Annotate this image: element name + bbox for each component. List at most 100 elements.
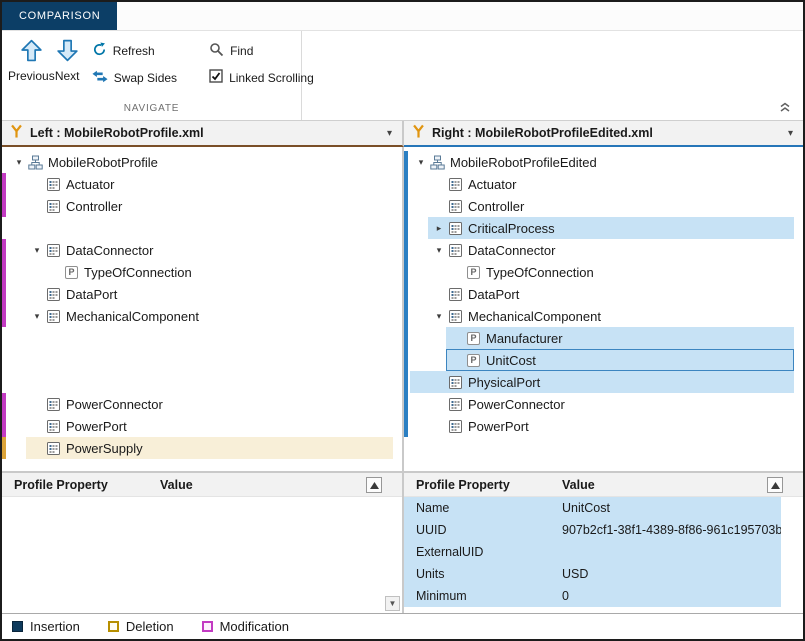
tree-item-typeofconnection[interactable]: PTypeOfConnection [404, 261, 803, 283]
swap-sides-button[interactable]: Swap Sides [88, 65, 181, 90]
left-property-table: Profile Property Value ▼ [2, 473, 404, 613]
tree-item-mobilerobotprofile[interactable]: ▾MobileRobotProfile [2, 151, 402, 173]
tree-item-unitcost[interactable]: PUnitCost [404, 349, 803, 371]
right-file-selector[interactable]: Right : MobileRobotProfileEdited.xml ▾ [404, 121, 803, 147]
collapse-node-icon[interactable]: ▾ [30, 245, 44, 256]
tree-item-content: PowerPort [404, 415, 803, 437]
chevron-down-icon: ▾ [387, 128, 392, 139]
tree-item-mechanicalcomponent[interactable]: ▾MechanicalComponent [2, 305, 402, 327]
refresh-icon [92, 42, 107, 60]
left-file-selector[interactable]: Left : MobileRobotProfile.xml ▾ [2, 121, 404, 147]
tree-item-content: PTypeOfConnection [2, 261, 402, 283]
collapse-ribbon-button[interactable] [776, 102, 794, 115]
legend-label: Insertion [30, 619, 80, 634]
tree-item-dataport[interactable]: DataPort [2, 283, 402, 305]
collapse-left-property-pane-button[interactable] [366, 477, 382, 493]
property-panes: Profile Property Value ▼ Profile Propert… [2, 471, 803, 613]
right-file-name: Right : MobileRobotProfileEdited.xml [432, 126, 781, 140]
collapse-node-icon[interactable]: ▾ [12, 157, 26, 168]
property-value: 0 [562, 589, 781, 603]
tree-item-powerport[interactable]: PowerPort [2, 415, 402, 437]
tree-item-criticalprocess[interactable]: ▸ CriticalProcess [404, 217, 803, 239]
tree-item-label: DataPort [463, 287, 519, 302]
previous-button[interactable]: Previous [8, 38, 55, 83]
tab-comparison-label: COMPARISON [19, 10, 100, 22]
pane-headers: Left : MobileRobotProfile.xml ▾ Right : … [2, 121, 803, 147]
swap-arrows-icon [92, 70, 108, 86]
navigate-section-content: Previous Next Refresh [2, 31, 301, 103]
tree-item-physicalport[interactable]: PhysicalPort [404, 371, 803, 393]
collapse-node-icon[interactable]: ▾ [432, 245, 446, 256]
property-row-name[interactable]: NameUnitCost [404, 497, 781, 519]
tree-item-dataport[interactable]: DataPort [404, 283, 803, 305]
tree-item-content: Actuator [404, 173, 803, 195]
tree-item-typeofconnection[interactable]: PTypeOfConnection [2, 261, 402, 283]
tree-item-content: PowerConnector [2, 393, 402, 415]
tree-item-content: Actuator [2, 173, 402, 195]
tree-item-mobilerobotprofileedited[interactable]: ▾MobileRobotProfileEdited [404, 151, 803, 173]
comparison-tool-window: COMPARISON Previous Next [0, 0, 805, 641]
tree-item-actuator[interactable]: Actuator [2, 173, 402, 195]
tree-item-powerconnector[interactable]: PowerConnector [404, 393, 803, 415]
edge-spacer [2, 327, 6, 349]
linked-scrolling-checkbox[interactable]: Linked Scrolling [205, 65, 318, 90]
left-property-table-header: Profile Property Value [2, 473, 402, 497]
tree-item-content: ▾MobileRobotProfile [2, 151, 402, 173]
tree-item-label: Controller [463, 199, 524, 214]
stereotype-icon [448, 397, 463, 412]
refresh-button[interactable]: Refresh [88, 38, 181, 63]
stereotype-icon [448, 309, 463, 324]
tree-item-dataconnector[interactable]: ▾DataConnector [404, 239, 803, 261]
tree-item-label: PowerSupply [61, 441, 143, 456]
chevrons-up-icon [779, 100, 791, 118]
stereotype-icon [448, 375, 463, 390]
triangle-up-icon [370, 476, 379, 494]
property-row-minimum[interactable]: Minimum0 [404, 585, 781, 607]
tree-item-content: PUnitCost [404, 349, 803, 371]
checkbox-checked-icon [209, 69, 223, 86]
tree-item-label: MechanicalComponent [463, 309, 601, 324]
stereotype-icon [448, 287, 463, 302]
tree-item-label: CriticalProcess [463, 221, 555, 236]
insertion-swatch-icon [12, 621, 23, 632]
legend-label: Deletion [126, 619, 174, 634]
tree-item-label: Manufacturer [481, 331, 563, 346]
scroll-down-button[interactable]: ▼ [385, 596, 400, 611]
edge-spacer [2, 349, 6, 371]
tree-item-label: DataConnector [61, 243, 153, 258]
property-value: UnitCost [562, 501, 781, 515]
next-button[interactable]: Next [55, 38, 80, 83]
tree-item-label: Actuator [463, 177, 516, 192]
collapse-node-icon[interactable]: ▾ [30, 311, 44, 322]
collapse-node-icon[interactable]: ▾ [432, 311, 446, 322]
collapse-right-property-pane-button[interactable] [767, 477, 783, 493]
tree-item-powerconnector[interactable]: PowerConnector [2, 393, 402, 415]
tree-item-mechanicalcomponent[interactable]: ▾ MechanicalComponent [404, 305, 803, 327]
tree-item-controller[interactable]: Controller [2, 195, 402, 217]
property-row-externaluid[interactable]: ExternalUID [404, 541, 781, 563]
tree-item-controller[interactable]: Controller [404, 195, 803, 217]
tree-item-label: PowerPort [61, 419, 127, 434]
stereotype-icon [46, 419, 61, 434]
property-row-units[interactable]: UnitsUSD [404, 563, 781, 585]
property-row-uuid[interactable]: UUID907b2cf1-38f1-4389-8f86-961c195703b7 [404, 519, 781, 541]
stereotype-icon [448, 419, 463, 434]
stereotype-icon [46, 441, 61, 456]
modification-swatch-icon [202, 621, 213, 632]
tree-item-powerport[interactable]: PowerPort [404, 415, 803, 437]
collapse-node-icon[interactable]: ▾ [414, 157, 428, 168]
tree-item-dataconnector[interactable]: ▾ DataConnector [2, 239, 402, 261]
expand-node-icon[interactable]: ▸ [432, 223, 446, 234]
property-column-header: Profile Property [404, 478, 562, 492]
comparison-trees: ▾MobileRobotProfileActuatorController▾Da… [2, 147, 803, 471]
tree-item-label: PhysicalPort [463, 375, 540, 390]
find-button[interactable]: Find [205, 38, 318, 63]
tree-item-powersupply[interactable]: PowerSupply [2, 437, 402, 459]
compare-branch-icon [10, 124, 23, 142]
tree-item-actuator[interactable]: Actuator [404, 173, 803, 195]
tree-item-manufacturer[interactable]: PManufacturer [404, 327, 803, 349]
tree-item-content: ▸ CriticalProcess [404, 217, 803, 239]
tab-comparison[interactable]: COMPARISON [2, 2, 117, 30]
triangle-up-icon [771, 476, 780, 494]
left-tree: ▾MobileRobotProfileActuatorController ▾ Da… [2, 147, 404, 471]
